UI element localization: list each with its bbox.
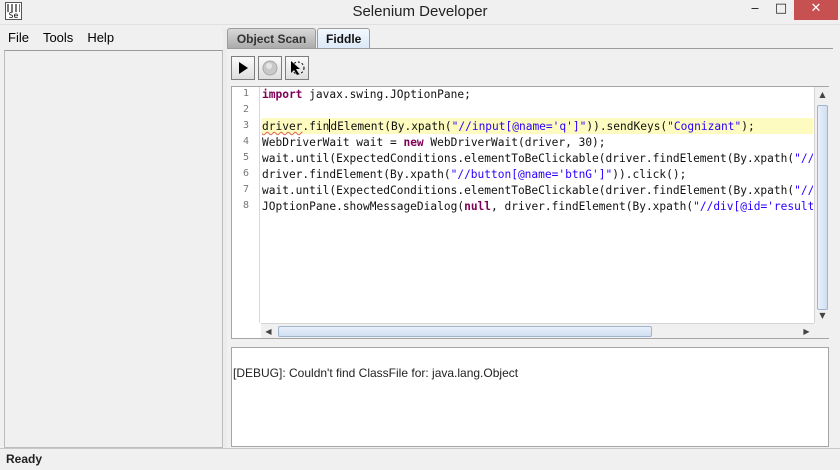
console-message: [DEBUG]: Couldn't find ClassFile for: ja…	[233, 366, 519, 380]
pick-element-button[interactable]	[285, 56, 309, 80]
code-token: JOptionPane.showMessageDialog(	[262, 200, 465, 213]
code-token: javax.swing.JOptionPane;	[302, 88, 471, 101]
code-token: dElement(By.xpath(	[330, 120, 452, 133]
code-token: driver	[262, 120, 303, 133]
fiddle-toolbar	[231, 56, 309, 82]
run-button[interactable]	[231, 56, 255, 80]
code-token: )).click();	[612, 168, 687, 181]
tab-strip: Object Scan Fiddle	[227, 28, 371, 49]
code-token: "//div[@id='resultStats']"	[794, 184, 813, 197]
play-icon	[239, 62, 248, 74]
line-number: 1	[242, 88, 249, 99]
menu-help[interactable]: Help	[87, 30, 114, 45]
code-token: null	[464, 200, 492, 213]
maximize-button[interactable]: □	[768, 0, 794, 20]
scroll-left-icon[interactable]: ◀	[261, 324, 276, 339]
code-token: .fin	[302, 120, 330, 133]
pointer-select-icon	[291, 61, 305, 75]
code-line: import javax.swing.JOptionPane;	[262, 87, 471, 103]
code-line: driver.findElement(By.xpath("//input[@na…	[262, 119, 755, 135]
menu-bar: File Tools Help	[0, 26, 222, 48]
left-panel	[4, 50, 223, 448]
line-number: 7	[242, 184, 249, 195]
window-title: Selenium Developer	[352, 3, 488, 20]
code-token: wait.until(ExpectedConditions.elementToB…	[262, 152, 795, 165]
line-number: 8	[242, 200, 249, 211]
split-pane-divider[interactable]	[223, 28, 227, 448]
code-token: new	[403, 136, 424, 149]
code-token: );	[741, 120, 755, 133]
stop-button[interactable]	[258, 56, 282, 80]
code-line: JOptionPane.showMessageDialog(null, driv…	[262, 199, 813, 215]
tab-divider	[227, 48, 833, 49]
code-token: )).sendKeys(	[586, 120, 668, 133]
scroll-down-icon[interactable]: ▼	[815, 308, 830, 323]
close-button[interactable]: ✕	[794, 0, 838, 20]
status-bar: Ready	[0, 448, 840, 470]
vertical-scrollbar[interactable]: ▲ ▼	[814, 87, 829, 323]
title-bar: Se Selenium Developer ‒ □ ✕	[0, 0, 840, 25]
code-token: "//div[@id='resultStats']"	[693, 200, 813, 213]
horizontal-scroll-thumb[interactable]	[278, 326, 652, 337]
scroll-corner	[814, 323, 829, 338]
code-token: driver.findElement(By.xpath(	[262, 168, 451, 181]
horizontal-scrollbar[interactable]: ◀ ▶	[261, 323, 814, 338]
code-token: WebDriverWait(driver, 30);	[423, 136, 606, 149]
code-token: import	[262, 88, 303, 101]
code-text-area[interactable]: import javax.swing.JOptionPane; driver.fi…	[261, 87, 813, 323]
code-editor[interactable]: 1 2 3 4 5 6 7 8 import javax.swing.JOptionPane;…	[231, 86, 829, 339]
code-token: WebDriverWait wait =	[262, 136, 404, 149]
code-line: driver.findElement(By.xpath("//button[@n…	[262, 167, 686, 183]
code-token: "//button[@name='btnG']"	[794, 152, 813, 165]
code-token: "//button[@name='btnG']"	[450, 168, 613, 181]
tab-object-scan[interactable]: Object Scan	[227, 28, 316, 49]
code-line: wait.until(ExpectedConditions.elementToB…	[262, 183, 813, 199]
menu-tools[interactable]: Tools	[43, 30, 73, 45]
line-number: 2	[242, 104, 249, 115]
menu-file[interactable]: File	[8, 30, 29, 45]
console-output[interactable]: [DEBUG]: Couldn't find ClassFile for: ja…	[231, 347, 829, 447]
code-line: WebDriverWait wait = new WebDriverWait(d…	[262, 135, 606, 151]
line-number: 6	[242, 168, 249, 179]
line-number: 4	[242, 136, 249, 147]
line-number: 5	[242, 152, 249, 163]
code-token: , driver.findElement(By.xpath(	[491, 200, 694, 213]
scroll-up-icon[interactable]: ▲	[815, 87, 830, 102]
scroll-right-icon[interactable]: ▶	[799, 324, 814, 339]
tab-fiddle[interactable]: Fiddle	[317, 28, 370, 49]
stop-icon	[262, 60, 278, 76]
code-token: wait.until(ExpectedConditions.elementToB…	[262, 184, 795, 197]
code-line: wait.until(ExpectedConditions.elementToB…	[262, 151, 813, 167]
code-token: "Cognizant"	[667, 120, 742, 133]
line-number-gutter: 1 2 3 4 5 6 7 8	[232, 87, 260, 323]
line-number: 3	[242, 120, 249, 131]
status-text: Ready	[6, 452, 43, 466]
vertical-scroll-thumb[interactable]	[817, 105, 828, 310]
minimize-button[interactable]: ‒	[742, 0, 768, 20]
code-token: "//input[@name='q']"	[451, 120, 587, 133]
